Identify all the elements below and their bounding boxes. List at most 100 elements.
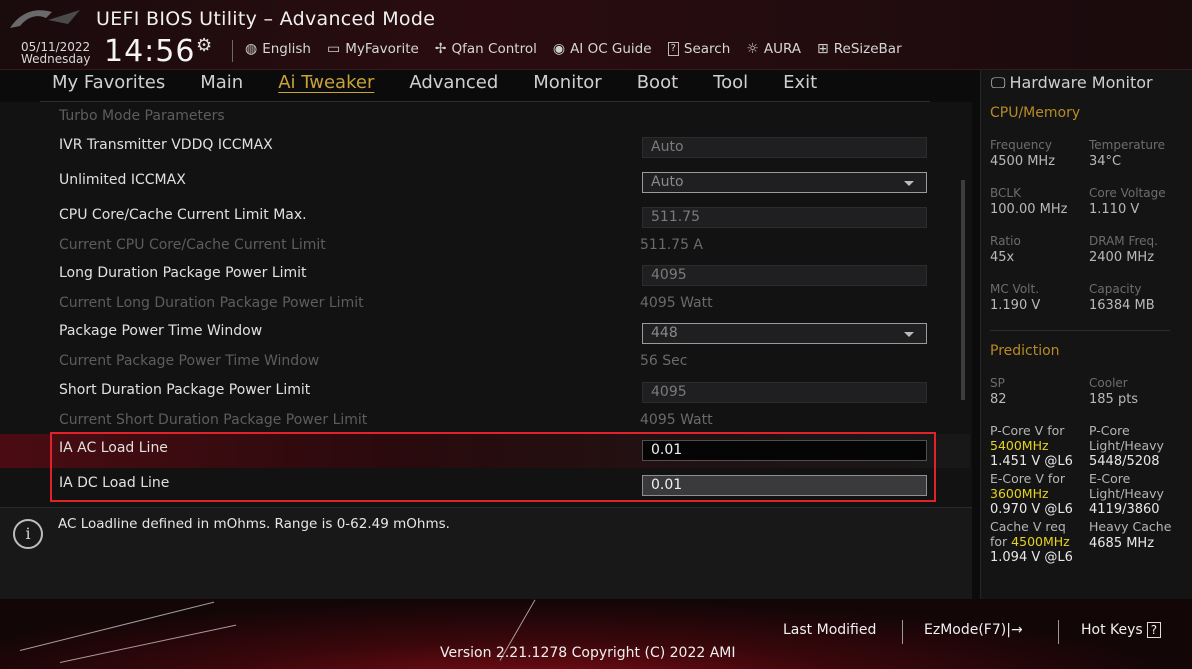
annotation-highlight-box <box>50 432 936 502</box>
toolbar-ai-oc-guide[interactable]: ◉ AI OC Guide <box>553 40 652 58</box>
tab-boot[interactable]: Boot <box>637 72 678 93</box>
readonly-row: Current CPU Core/Cache Current Limit 511… <box>0 237 970 267</box>
toolbar-language[interactable]: ◍ English <box>245 40 311 58</box>
hw-divider <box>990 330 1170 331</box>
ai-oc-icon: ◉ <box>552 41 566 57</box>
tab-exit[interactable]: Exit <box>783 72 817 93</box>
version-text: Version 2.21.1278 Copyright (C) 2022 AMI <box>440 645 736 661</box>
readonly-value: 4095 Watt <box>640 412 713 428</box>
readonly-label: Current Short Duration Package Power Lim… <box>59 412 368 428</box>
sp-value: 82 <box>990 392 1007 407</box>
scrollbar[interactable] <box>961 180 965 400</box>
heavy-cache-value: 4685 MHz <box>1089 536 1155 551</box>
toolbar-search[interactable]: ? Search <box>667 40 730 58</box>
toolbar: ◍ English ▭ MyFavorite ✢ Qfan Control ◉ … <box>245 40 922 58</box>
setting-label: Short Duration Package Power Limit <box>59 382 311 398</box>
pcore-lh-value: 5448/5208 <box>1089 454 1160 469</box>
ecore-v-value: 0.970 V @L6 <box>990 502 1073 517</box>
setting-label: IVR Transmitter VDDQ ICCMAX <box>59 137 273 153</box>
hw-value: 100.00 MHz <box>990 202 1068 217</box>
setting-dropdown[interactable]: Auto <box>642 172 927 193</box>
hw-value: 4500 MHz <box>990 154 1056 169</box>
help-text: AC Loadline defined in mOhms. Range is 0… <box>58 516 450 532</box>
ecore-lh-label: E-Core Light/Heavy <box>1089 471 1164 501</box>
setting-row[interactable]: Package Power Time Window 448 <box>0 323 970 353</box>
hw-label: MC Volt. <box>990 282 1040 296</box>
info-icon: i <box>13 519 43 549</box>
pcore-lh-label: P-Core Light/Heavy <box>1089 423 1164 453</box>
toolbar-myfavorite[interactable]: ▭ MyFavorite <box>327 40 419 58</box>
setting-row[interactable]: Unlimited ICCMAX Auto <box>0 172 970 202</box>
hw-label: Core Voltage <box>1089 186 1166 200</box>
hot-keys-button[interactable]: Hot Keys? <box>1081 622 1162 638</box>
setting-dropdown[interactable]: 448 <box>642 323 927 344</box>
rog-logo <box>10 10 80 28</box>
hw-value: 34°C <box>1089 154 1122 169</box>
clock-display[interactable]: 14:56 <box>104 34 195 69</box>
readonly-row: Current Long Duration Package Power Limi… <box>0 295 970 325</box>
setting-row[interactable]: CPU Core/Cache Current Limit Max. 511.75 <box>0 207 970 237</box>
hw-label: Temperature <box>1089 138 1166 152</box>
toolbar-aura[interactable]: ☼ AURA <box>746 40 801 58</box>
hw-label: BCLK <box>990 186 1021 200</box>
setting-row[interactable]: IVR Transmitter VDDQ ICCMAX Auto <box>0 137 970 167</box>
tab-my-favorites[interactable]: My Favorites <box>52 72 165 93</box>
ezmode-button[interactable]: EzMode(F7)|→ <box>924 622 1023 638</box>
cache-v-label: Cache V req for 4500MHz <box>990 519 1070 549</box>
hw-value: 1.190 V <box>990 298 1041 313</box>
hot-keys-icon: ? <box>1146 622 1162 638</box>
tab-tool[interactable]: Tool <box>713 72 748 93</box>
readonly-label: Current CPU Core/Cache Current Limit <box>59 237 326 253</box>
setting-label: Long Duration Package Power Limit <box>59 265 307 281</box>
resize-bar-icon: ⊞ <box>817 41 829 57</box>
sp-label: SP <box>990 376 1005 390</box>
setting-field[interactable]: Auto <box>642 137 927 158</box>
fan-icon: ✢ <box>434 41 447 57</box>
app-title: UEFI BIOS Utility – Advanced Mode <box>96 8 436 30</box>
gear-icon[interactable]: ⚙ <box>196 35 212 56</box>
cooler-value: 185 pts <box>1089 392 1139 407</box>
hw-label: Capacity <box>1089 282 1142 296</box>
tab-monitor[interactable]: Monitor <box>533 72 601 93</box>
setting-row[interactable]: Short Duration Package Power Limit 4095 <box>0 382 970 412</box>
last-modified-button[interactable]: Last Modified <box>783 622 876 638</box>
globe-icon: ◍ <box>245 41 258 57</box>
pcore-v-value: 1.451 V @L6 <box>990 454 1073 469</box>
aura-icon: ☼ <box>746 41 759 57</box>
pcore-v-label: P-Core V for 5400MHz <box>990 423 1065 453</box>
divider <box>232 40 233 62</box>
setting-label: CPU Core/Cache Current Limit Max. <box>59 207 307 223</box>
main-nav: My Favorites Main Ai Tweaker Advanced Mo… <box>52 72 817 93</box>
ecore-v-label: E-Core V for 3600MHz <box>990 471 1066 501</box>
readonly-value: 56 Sec <box>640 353 688 369</box>
footer-divider <box>1058 620 1059 644</box>
favorite-icon: ▭ <box>326 41 341 57</box>
setting-label: Unlimited ICCMAX <box>59 172 186 188</box>
cpu-memory-title: CPU/Memory <box>990 105 1081 121</box>
setting-label: Package Power Time Window <box>59 323 263 339</box>
heavy-cache-label: Heavy Cache <box>1089 519 1172 534</box>
hw-value: 1.110 V <box>1089 202 1140 217</box>
setting-row[interactable]: Long Duration Package Power Limit 4095 <box>0 265 970 295</box>
section-title: Turbo Mode Parameters <box>59 108 225 124</box>
setting-field[interactable]: 4095 <box>642 265 927 286</box>
hw-value: 45x <box>990 250 1015 265</box>
tab-ai-tweaker[interactable]: Ai Tweaker <box>278 72 374 93</box>
readonly-value: 511.75 A <box>640 237 704 253</box>
toolbar-qfan-control[interactable]: ✢ Qfan Control <box>435 40 537 58</box>
monitor-icon: 🖵 <box>991 74 1006 92</box>
hw-value: 2400 MHz <box>1089 250 1155 265</box>
search-icon: ? <box>667 42 679 56</box>
hw-label: DRAM Freq. <box>1089 234 1158 248</box>
readonly-row: Current Package Power Time Window 56 Sec <box>0 353 970 383</box>
hw-label: Ratio <box>990 234 1021 248</box>
setting-field[interactable]: 4095 <box>642 382 927 403</box>
setting-field[interactable]: 511.75 <box>642 207 927 228</box>
tab-advanced[interactable]: Advanced <box>409 72 498 93</box>
toolbar-resizebar[interactable]: ⊞ ReSizeBar <box>817 40 922 58</box>
cache-v-value: 1.094 V @L6 <box>990 550 1073 565</box>
readonly-label: Current Package Power Time Window <box>59 353 320 369</box>
hw-label: Frequency <box>990 138 1052 152</box>
tab-main[interactable]: Main <box>200 72 243 93</box>
day-display: Wednesday <box>21 52 91 66</box>
